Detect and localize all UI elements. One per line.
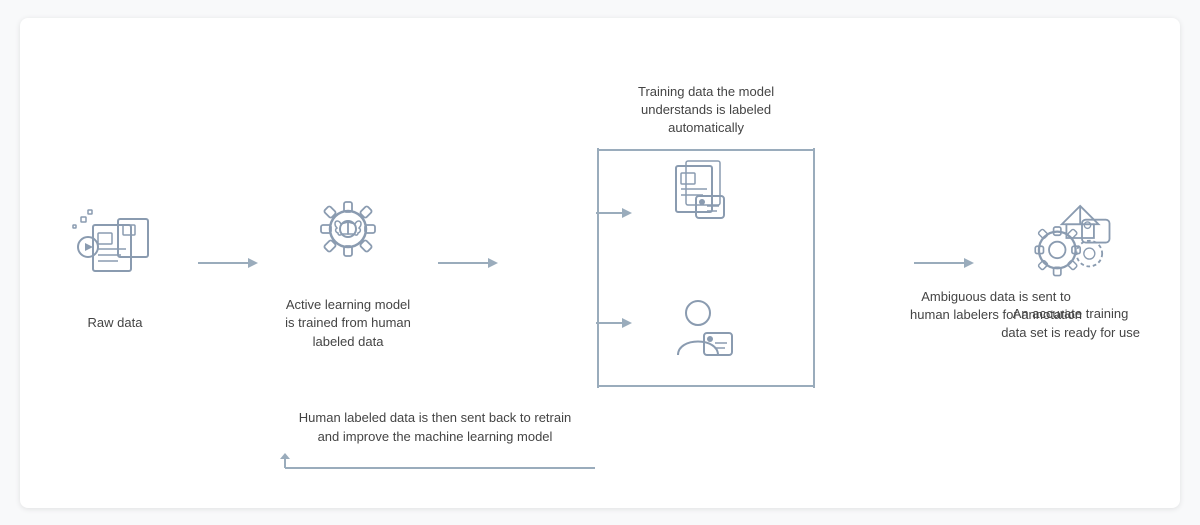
arrow-1: [198, 251, 258, 275]
middle-box: Training data the model understands is l…: [526, 138, 886, 388]
raw-data-label: Raw data: [88, 314, 143, 332]
raw-data-node: Raw data: [60, 192, 170, 332]
active-model-label: Active learning model is trained from hu…: [285, 296, 411, 351]
active-model-icon: [293, 174, 403, 284]
arrow-2: [438, 251, 498, 275]
box-top-label: Training data the model understands is l…: [606, 83, 806, 138]
auto-label-icon: [661, 158, 751, 253]
active-model-node: Active learning model is trained from hu…: [285, 174, 411, 351]
diagram-container: Raw data: [20, 18, 1180, 508]
raw-data-icon: [60, 192, 170, 302]
feedback-section: Human labeled data is then sent back to …: [215, 408, 655, 483]
human-labeler-icon: [666, 295, 746, 380]
feedback-label: Human labeled data is then sent back to …: [295, 408, 575, 447]
feedback-arrow: [275, 453, 595, 483]
ambiguous-label: Ambiguous data is sent to human labelers…: [906, 288, 1086, 324]
